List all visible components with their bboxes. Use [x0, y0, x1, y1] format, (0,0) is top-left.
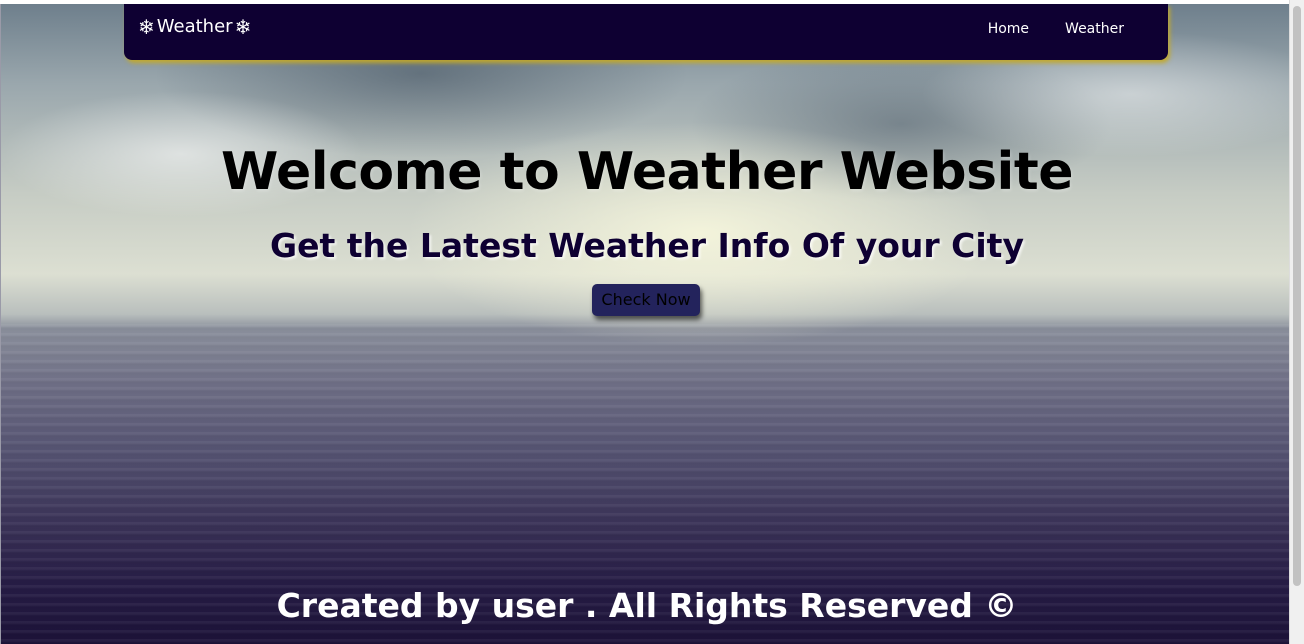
nav-link-home[interactable]: Home	[988, 21, 1029, 37]
nav-links: Home Weather	[988, 21, 1124, 37]
page-background: ❄ Weather ❄ Home Weather Welcome to Weat…	[0, 4, 1289, 644]
browser-viewport: ❄ Weather ❄ Home Weather Welcome to Weat…	[0, 0, 1304, 644]
hero-title: Welcome to Weather Website	[220, 142, 1074, 202]
nav-link-weather[interactable]: Weather	[1065, 21, 1124, 37]
snowflake-icon: ❄	[234, 14, 252, 39]
navbar: ❄ Weather ❄ Home Weather	[124, 4, 1168, 60]
snowflake-icon: ❄	[138, 14, 155, 39]
vertical-scrollbar[interactable]	[1289, 0, 1304, 644]
scrollbar-thumb[interactable]	[1293, 6, 1301, 586]
brand-logo[interactable]: ❄ Weather ❄	[138, 16, 251, 37]
brand-text: Weather	[156, 16, 233, 37]
footer-copyright: Created by user . All Rights Reserved ©	[276, 586, 1018, 625]
check-now-button[interactable]: Check Now	[592, 284, 700, 316]
hero-subtitle: Get the Latest Weather Info Of your City	[270, 226, 1024, 265]
